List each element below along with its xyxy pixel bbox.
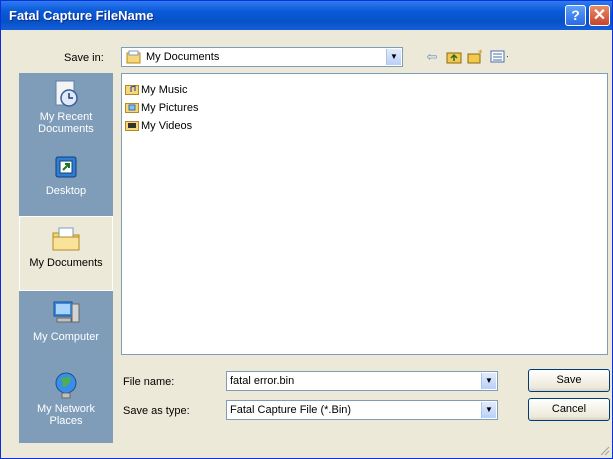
file-list[interactable]: My Music My Pictures My Videos	[121, 73, 608, 355]
cancel-button[interactable]: Cancel	[528, 398, 610, 421]
back-arrow-icon[interactable]: ⇦	[423, 49, 441, 65]
title-bar[interactable]: Fatal Capture FileName ? ✕	[1, 1, 612, 30]
my-documents-icon	[52, 227, 80, 251]
file-name-label: My Music	[141, 84, 188, 96]
list-item[interactable]: My Pictures	[125, 100, 198, 116]
place-label: My Network Places	[36, 403, 96, 427]
save-as-type-dropdown[interactable]: Fatal Capture File (*.Bin) ▼	[226, 400, 498, 420]
file-name-label: My Pictures	[141, 102, 199, 114]
save-as-type-value: Fatal Capture File (*.Bin)	[230, 404, 352, 416]
place-desktop[interactable]: Desktop	[19, 151, 113, 197]
help-button[interactable]: ?	[565, 5, 586, 26]
music-folder-icon	[125, 85, 139, 95]
place-label: Desktop	[45, 185, 87, 197]
my-computer-icon	[53, 301, 80, 323]
save-button[interactable]: Save	[528, 369, 610, 392]
list-item[interactable]: My Music	[125, 82, 187, 98]
up-folder-icon[interactable]	[445, 49, 463, 65]
save-in-label: Save in:	[64, 52, 104, 64]
desktop-icon	[55, 156, 77, 178]
place-my-recent-documents[interactable]: My Recent Documents	[19, 77, 113, 135]
place-my-documents[interactable]: My Documents	[19, 216, 113, 291]
views-menu-icon[interactable]	[490, 49, 508, 65]
file-name-label: File name:	[123, 376, 175, 388]
place-my-computer[interactable]: My Computer	[19, 297, 113, 343]
close-button[interactable]: ✕	[589, 5, 610, 26]
places-bar: My Recent Documents Desktop My Documents	[19, 73, 113, 443]
file-name-value: fatal error.bin	[230, 375, 295, 387]
new-folder-icon[interactable]: *	[467, 49, 485, 65]
save-in-dropdown[interactable]: My Documents ▼	[121, 47, 403, 67]
place-my-network-places[interactable]: My Network Places	[19, 369, 113, 427]
file-name-label: My Videos	[141, 120, 193, 132]
my-documents-small-icon	[126, 50, 141, 64]
save-in-value: My Documents	[146, 51, 220, 63]
pictures-folder-icon	[125, 103, 139, 113]
resize-grip[interactable]	[598, 444, 610, 456]
svg-text:*: *	[478, 49, 483, 59]
chevron-down-icon[interactable]: ▼	[481, 402, 496, 418]
place-label: My Computer	[32, 331, 100, 343]
videos-folder-icon	[125, 121, 139, 131]
chevron-down-icon[interactable]: ▼	[386, 49, 401, 65]
file-name-field[interactable]: fatal error.bin ▼	[226, 371, 498, 391]
chevron-down-icon[interactable]: ▼	[481, 373, 496, 389]
place-label: My Recent Documents	[38, 111, 94, 135]
recent-documents-icon	[55, 80, 78, 107]
save-dialog: Fatal Capture FileName ? ✕ Save in: My D…	[0, 0, 613, 459]
list-item[interactable]: My Videos	[125, 118, 192, 134]
window-title: Fatal Capture FileName	[9, 8, 154, 23]
save-as-type-label: Save as type:	[123, 405, 190, 417]
place-label: My Documents	[29, 257, 103, 269]
network-places-icon	[55, 372, 77, 399]
